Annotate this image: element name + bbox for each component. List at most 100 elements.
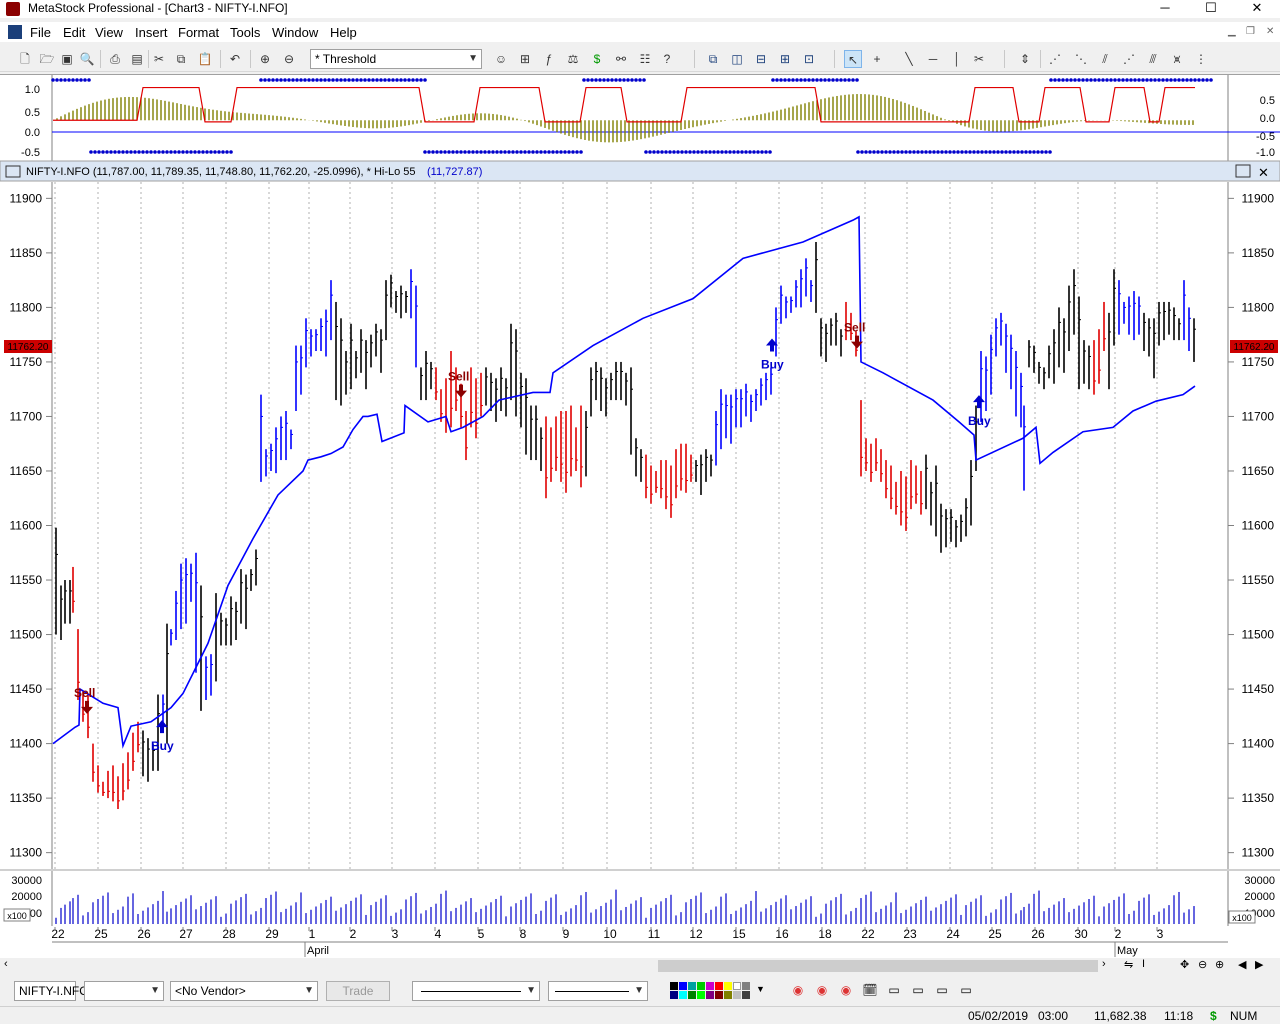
zoom-out-icon[interactable]: ⊖ xyxy=(1198,958,1207,971)
bottom-signal-dot xyxy=(217,150,221,154)
scissors-tool-icon[interactable]: ✂ xyxy=(970,50,988,68)
page-left-icon[interactable]: ◀ xyxy=(1238,958,1246,971)
save-icon[interactable]: ▣ xyxy=(58,50,76,68)
page-right-icon[interactable]: ▶ xyxy=(1255,958,1263,971)
date-label: 8 xyxy=(520,927,527,941)
scroll-thumb[interactable] xyxy=(658,960,1098,972)
date-label: 1 xyxy=(309,927,316,941)
formula-icon[interactable]: ƒ xyxy=(540,50,558,68)
mdi-close-icon[interactable]: ✕ xyxy=(1266,26,1274,37)
menu-format[interactable]: Format xyxy=(178,25,219,40)
menu-help[interactable]: Help xyxy=(330,25,357,40)
print-preview-page-icon[interactable]: ▤ xyxy=(128,50,146,68)
horizontal-scrollbar[interactable]: ‹ › ⇋ I ✥ ⊖ ⊕ ◀ ▶ xyxy=(0,958,1280,974)
top-signal-dot xyxy=(403,78,407,82)
indicator-builder-icon[interactable]: ⊞ xyxy=(516,50,534,68)
help-context-icon[interactable]: ? xyxy=(658,50,676,68)
system-tester-icon[interactable]: ⚖ xyxy=(564,50,582,68)
print-preview-icon[interactable]: 🔍 xyxy=(78,50,96,68)
bottom-signal-dot xyxy=(423,150,427,154)
price-tick-label: 11300 xyxy=(1242,846,1275,860)
scroll-right-icon[interactable]: › xyxy=(1102,958,1106,970)
crosshair-icon[interactable]: ⊕ xyxy=(256,50,274,68)
minimize-button[interactable]: ─ xyxy=(1142,0,1188,18)
cursor-icon[interactable]: I xyxy=(1142,958,1145,970)
maximize-button[interactable]: ☐ xyxy=(1188,0,1234,18)
window-layout-icon[interactable]: ▭ xyxy=(886,981,902,1001)
vertical-resize-icon[interactable]: ⇕ xyxy=(1016,50,1034,68)
fibonacci-arcs-icon[interactable]: ⋱ xyxy=(1072,50,1090,68)
menu-window[interactable]: Window xyxy=(272,25,318,40)
top-signal-dot xyxy=(1113,78,1117,82)
chevron-down-icon: ▼ xyxy=(634,985,644,996)
tile-vertical-icon[interactable]: ◫ xyxy=(728,50,746,68)
cycle-lines-icon[interactable]: ⋮ xyxy=(1192,50,1210,68)
options-icon[interactable]: ☷ xyxy=(636,50,654,68)
date-label: 29 xyxy=(265,927,279,941)
undo-icon[interactable]: ↶ xyxy=(226,50,244,68)
fibonacci-retracement-icon[interactable]: ⫽ xyxy=(1096,50,1114,68)
bottom-signal-dot xyxy=(960,150,964,154)
month-label-may: May xyxy=(1117,945,1138,957)
tile-grid-icon[interactable]: ⊞ xyxy=(776,50,794,68)
sell-signal-label: Sell xyxy=(74,686,95,700)
zoom-in-icon[interactable]: ⊕ xyxy=(1215,958,1224,971)
print-icon[interactable]: ⎙ xyxy=(106,50,124,68)
zoom-fit-icon[interactable]: ⇋ xyxy=(1124,958,1133,971)
tile-horizontal-icon[interactable]: ⊟ xyxy=(752,50,770,68)
window-layout-icon[interactable]: ▭ xyxy=(910,981,926,1001)
scroll-left-icon[interactable]: ‹ xyxy=(4,958,8,970)
trendline-tool-icon[interactable]: ╲ xyxy=(900,50,918,68)
browser-icon[interactable]: ◉ xyxy=(838,981,854,1001)
calendar-icon[interactable]: 🗓 xyxy=(862,981,878,1001)
mdi-system-icon[interactable] xyxy=(8,25,22,39)
window-layout-icon[interactable]: ▭ xyxy=(934,981,950,1001)
open-icon[interactable]: 🗁 xyxy=(38,50,56,68)
bottom-signal-dot xyxy=(157,150,161,154)
mdi-minimize-icon[interactable]: ▁ xyxy=(1228,26,1236,37)
menu-tools[interactable]: Tools xyxy=(230,25,260,40)
window-layout-icon[interactable]: ▭ xyxy=(958,981,974,1001)
line-style-select[interactable]: ▼ xyxy=(412,981,540,1001)
horizontal-line-tool-icon[interactable]: ─ xyxy=(924,50,942,68)
new-icon[interactable]: 🗋 xyxy=(16,50,34,68)
expert-advisor-icon[interactable]: ☺ xyxy=(492,50,510,68)
speed-lines-icon[interactable]: ⫻ xyxy=(1144,50,1162,68)
close-icon[interactable]: ✕ xyxy=(1258,165,1269,180)
bottom-signal-dot xyxy=(1048,150,1052,154)
color-palette[interactable] xyxy=(670,982,754,1000)
explorer-icon[interactable]: ⚯ xyxy=(612,50,630,68)
chevron-down-icon[interactable]: ▼ xyxy=(756,984,765,994)
bottom-signal-dot xyxy=(956,150,960,154)
line-weight-select[interactable]: ▼ xyxy=(548,981,648,1001)
paste-icon[interactable]: 📋 xyxy=(196,50,214,68)
pointer-tool-icon[interactable]: ↖ xyxy=(844,50,862,68)
browser-icon[interactable]: ◉ xyxy=(790,981,806,1001)
dollar-icon[interactable]: $ xyxy=(588,50,606,68)
cascade-icon[interactable]: ⧉ xyxy=(704,50,722,68)
copy-icon[interactable]: ⧉ xyxy=(172,50,190,68)
menu-file[interactable]: File xyxy=(30,25,51,40)
vertical-line-tool-icon[interactable]: │ xyxy=(948,50,966,68)
menu-view[interactable]: View xyxy=(95,25,123,40)
arrange-icon[interactable]: ⊡ xyxy=(800,50,818,68)
template-select[interactable]: * Threshold ▼ xyxy=(310,49,482,69)
close-button[interactable]: ✕ xyxy=(1234,0,1280,18)
periodicity-select[interactable]: ▼ xyxy=(84,981,164,1001)
menu-edit[interactable]: Edit xyxy=(63,25,85,40)
fibonacci-fan-icon[interactable]: ⋰ xyxy=(1046,50,1064,68)
mdi-restore-icon[interactable]: ❐ xyxy=(1246,26,1255,37)
andrews-pitchfork-icon[interactable]: ⩙ xyxy=(1168,50,1186,68)
cross-tool-icon[interactable]: + xyxy=(868,50,886,68)
bottom-signal-dot xyxy=(439,150,443,154)
menu-insert[interactable]: Insert xyxy=(135,25,168,40)
trade-button[interactable]: Trade xyxy=(326,981,390,1001)
gann-fan-icon[interactable]: ⋰ xyxy=(1120,50,1138,68)
zoom-icon[interactable]: ⊖ xyxy=(280,50,298,68)
browser-icon[interactable]: ◉ xyxy=(814,981,830,1001)
symbol-field[interactable]: NIFTY-I.NFO xyxy=(14,981,89,1001)
chart-canvas[interactable]: 1.0 0.5 0.0 -0.5 0.5 0.0 -0.5 -1.0 NIFTY… xyxy=(0,75,1280,959)
pan-icon[interactable]: ✥ xyxy=(1180,958,1189,971)
vendor-select[interactable]: <No Vendor> ▼ xyxy=(170,981,318,1001)
cut-icon[interactable]: ✂ xyxy=(150,50,168,68)
